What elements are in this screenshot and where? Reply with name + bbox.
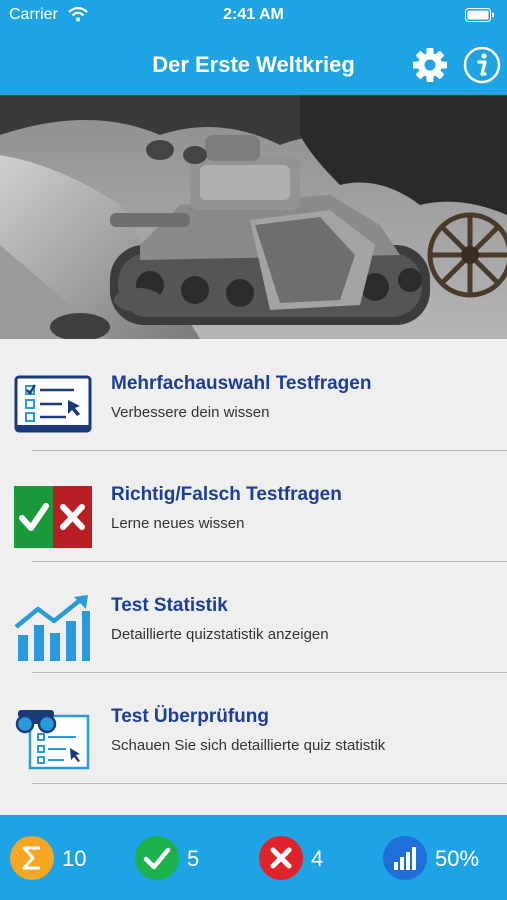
menu-item-title: Test Überprüfung <box>111 706 269 727</box>
divider <box>32 783 507 784</box>
menu-item-title: Test Statistik <box>111 595 228 616</box>
info-icon[interactable] <box>462 45 502 85</box>
menu-item-subtitle: Verbessere dein wissen <box>111 404 270 421</box>
cross-icon <box>259 836 303 880</box>
menu-item-statistics[interactable]: Test Statistik Detaillierte quizstatisti… <box>0 561 507 673</box>
menu-list: Mehrfachauswahl Testfragen Verbessere de… <box>0 339 507 784</box>
status-bar: Carrier 2:41 AM <box>0 0 507 30</box>
menu-item-title: Mehrfachauswahl Testfragen <box>111 373 372 394</box>
checklist-icon <box>14 373 92 439</box>
top-bar: Carrier 2:41 AM Der Erste Weltkrieg <box>0 0 507 95</box>
chart-icon <box>14 595 92 661</box>
stat-total-value: 10 <box>62 846 87 871</box>
menu-item-true-false[interactable]: Richtig/Falsch Testfragen Lerne neues wi… <box>0 450 507 562</box>
menu-item-subtitle: Schauen Sie sich detaillierte quiz stati… <box>111 737 386 754</box>
menu-item-review[interactable]: Test Überprüfung Schauen Sie sich detail… <box>0 672 507 784</box>
review-icon <box>14 706 92 772</box>
stats-bar: 10 5 4 50% <box>0 815 507 900</box>
menu-item-multiple-choice[interactable]: Mehrfachauswahl Testfragen Verbessere de… <box>0 339 507 451</box>
gear-icon[interactable] <box>410 45 450 85</box>
sigma-icon <box>10 836 54 880</box>
status-time: 2:41 AM <box>223 6 284 23</box>
stat-correct-value: 5 <box>187 846 200 871</box>
menu-item-title: Richtig/Falsch Testfragen <box>111 484 342 505</box>
stat-wrong-value: 4 <box>311 846 324 871</box>
check-icon <box>135 836 179 880</box>
menu-item-subtitle: Detaillierte quizstatistik anzeigen <box>111 626 329 643</box>
menu-item-subtitle: Lerne neues wissen <box>111 515 245 532</box>
stat-percent-value: 50% <box>435 846 480 871</box>
true-false-icon <box>14 484 92 550</box>
hero-image <box>0 95 507 339</box>
battery-icon <box>465 8 495 27</box>
signal-bars-icon <box>383 836 427 880</box>
